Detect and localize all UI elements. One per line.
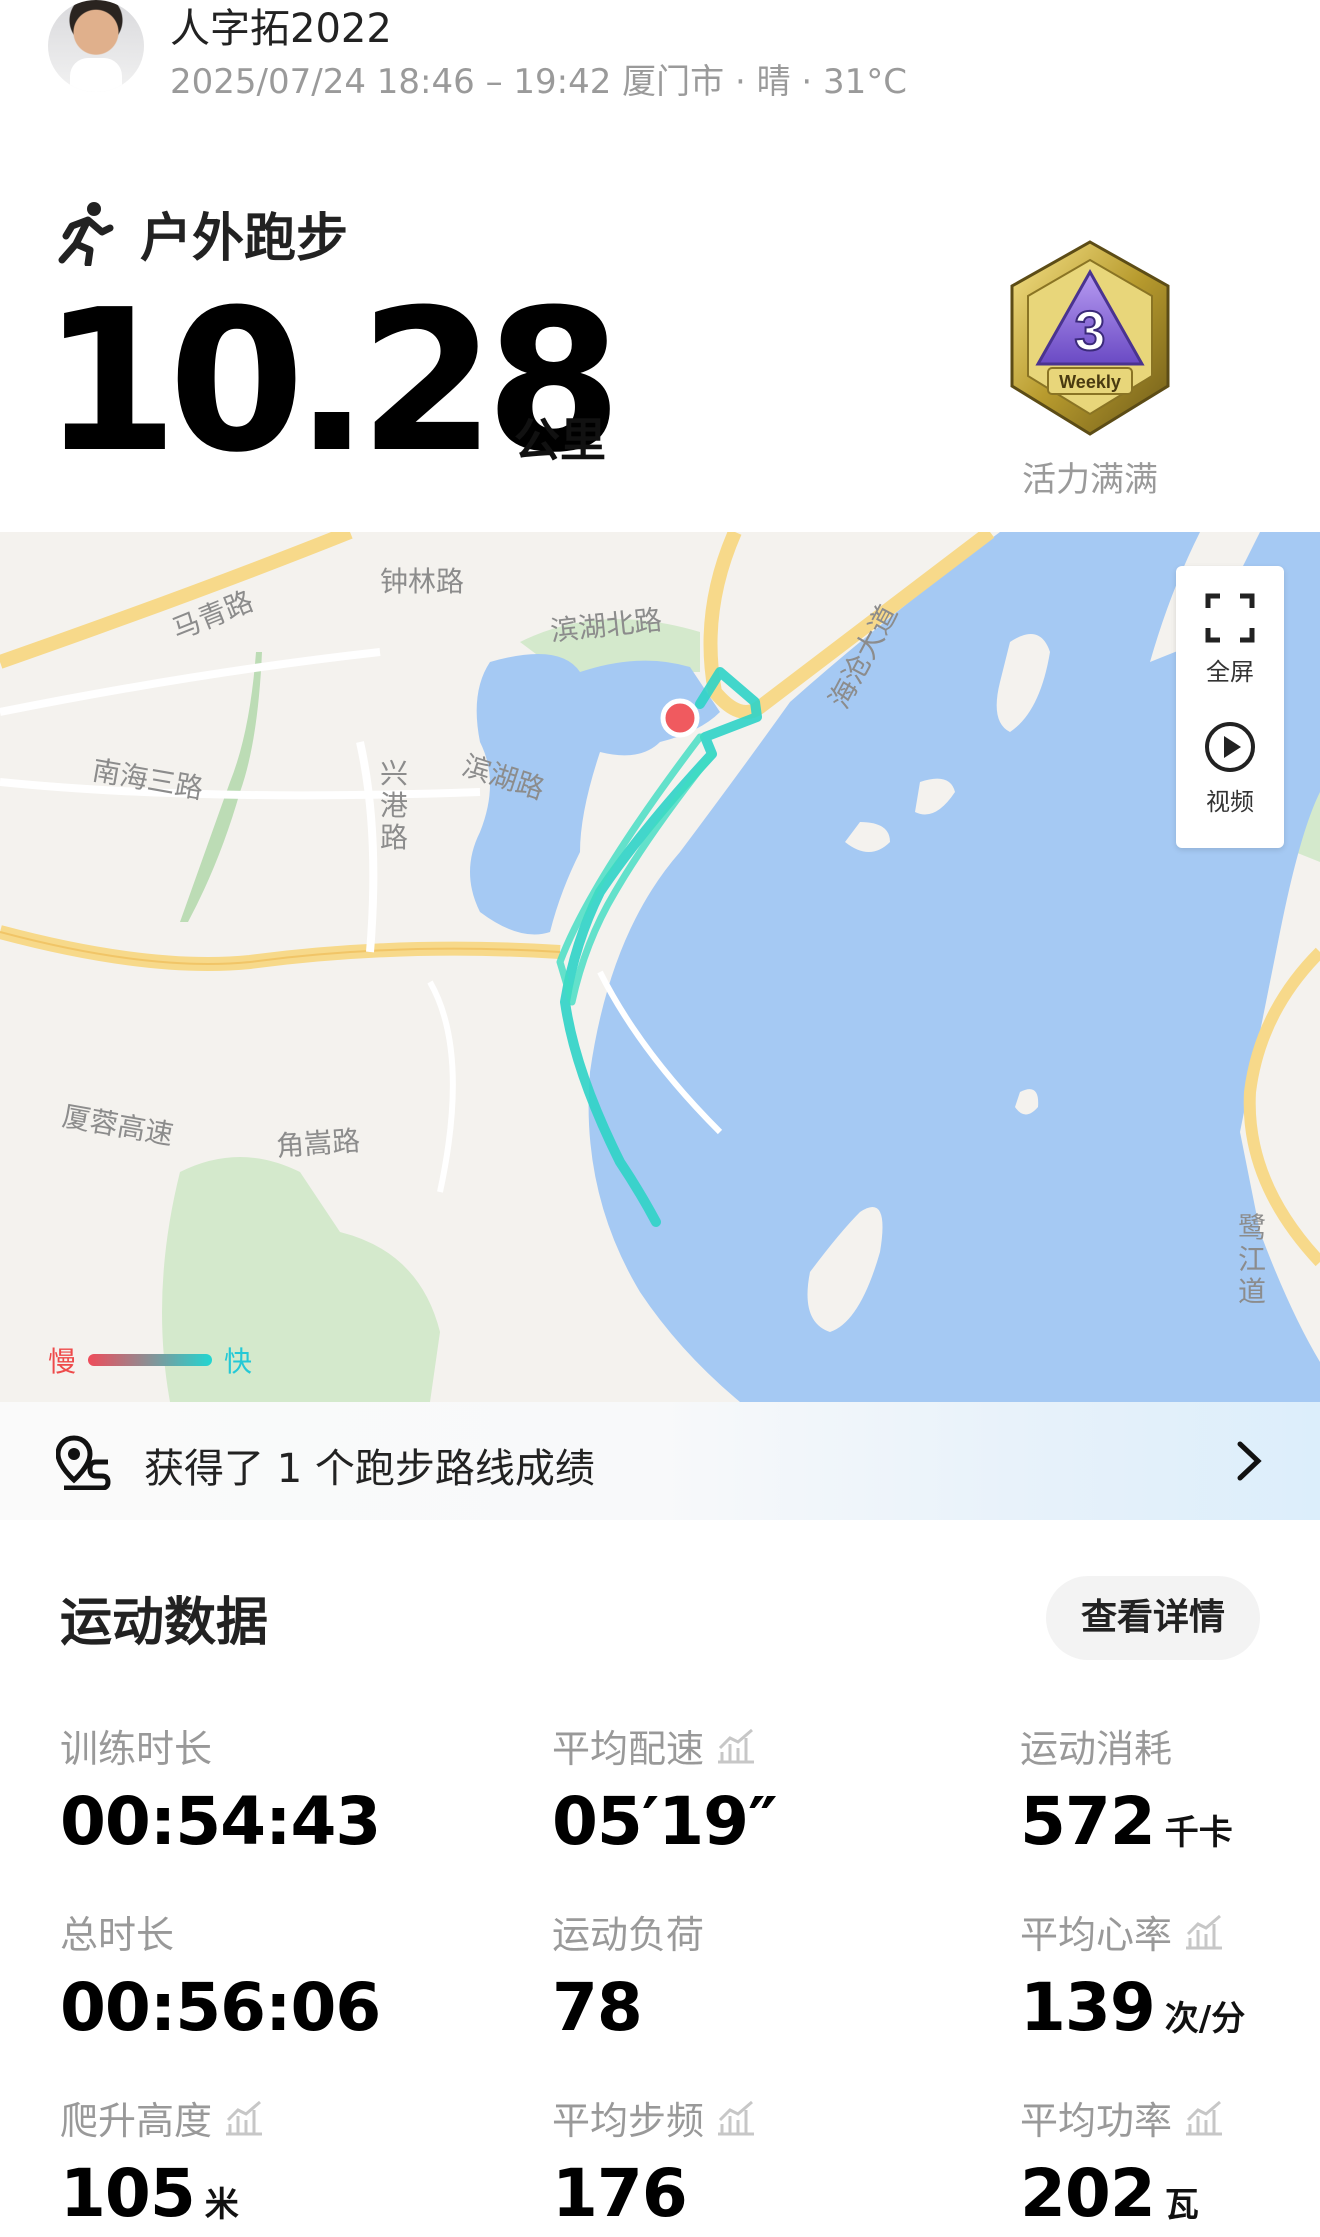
stat-value: 05′19″: [552, 1783, 778, 1860]
activity-meta: 2025/07/24 18:46 – 19:42 厦门市 · 晴 · 31°C: [170, 62, 908, 102]
stat-label-text: 平均步频: [552, 2099, 705, 2143]
video-button[interactable]: 视频: [1176, 720, 1284, 817]
stat-label-text: 平均心率: [1020, 1913, 1173, 1957]
stat-unit: 米: [204, 2185, 239, 2225]
stat-label: 训练时长: [60, 1727, 213, 1771]
stat-value: 00:54:43: [60, 1783, 381, 1860]
map-canvas: [0, 532, 1320, 1402]
stat-heart-rate[interactable]: 平均心率 139 次/分: [1020, 1904, 1245, 2046]
activity-header: 人字拓2022 2025/07/24 18:46 – 19:42 厦门市 · 晴…: [0, 0, 1320, 130]
fullscreen-label: 全屏: [1206, 658, 1254, 686]
map-label-xinggang: 兴港路: [380, 757, 409, 854]
map-controls: 全屏 视频: [1176, 566, 1284, 848]
legend-fast: 快: [224, 1345, 253, 1378]
stat-pace[interactable]: 平均配速 05′19″: [552, 1718, 778, 1860]
route-achievement-row[interactable]: 获得了 1 个跑步路线成绩: [0, 1402, 1320, 1520]
stat-elevation[interactable]: 爬升高度 105 米: [60, 2090, 264, 2232]
chart-icon: [226, 2100, 263, 2135]
svg-text:3: 3: [1074, 299, 1105, 362]
view-details-button[interactable]: 查看详情: [1046, 1576, 1260, 1660]
stat-load: 运动负荷 78: [552, 1904, 704, 2046]
chart-icon: [1186, 2100, 1223, 2135]
avatar[interactable]: [48, 0, 144, 92]
stat-value: 202 瓦: [1020, 2155, 1199, 2232]
video-label: 视频: [1206, 788, 1254, 816]
stat-unit: 瓦: [1164, 2185, 1199, 2225]
map-label-jiaosong: 角嵩路: [275, 1124, 362, 1163]
stat-value: 139 次/分: [1020, 1969, 1246, 2046]
map-label-lujiang: 鹭江道: [1238, 1211, 1267, 1308]
stat-label-text: 爬升高度: [60, 2099, 213, 2143]
play-icon: [1205, 722, 1255, 772]
stat-label: 平均心率: [1020, 1904, 1245, 1959]
distance-unit: 公里: [514, 413, 606, 467]
stat-power[interactable]: 平均功率 202 瓦: [1020, 2090, 1224, 2232]
weekly-medal-icon[interactable]: 3 Weekly: [1000, 238, 1180, 438]
data-section-title: 运动数据: [60, 1593, 269, 1653]
stat-value: 78: [552, 1969, 643, 2046]
chart-icon: [718, 2100, 755, 2135]
username[interactable]: 人字拓2022: [170, 0, 392, 54]
stat-calories: 运动消耗 572 千卡: [1020, 1718, 1233, 1860]
stat-label: 运动消耗: [1020, 1727, 1173, 1771]
legend-slow: 慢: [48, 1345, 77, 1378]
route-achievement-text: 获得了 1 个跑步路线成绩: [144, 1446, 595, 1492]
pace-gradient-bar: [88, 1354, 213, 1366]
stat-label-text: 平均配速: [552, 1727, 705, 1771]
stat-unit: 千卡: [1164, 1813, 1233, 1853]
map-label-zhonglin: 钟林路: [380, 565, 465, 598]
stat-label: 运动负荷: [552, 1913, 705, 1957]
stat-label-text: 平均功率: [1020, 2099, 1173, 2143]
stat-unit: 次/分: [1164, 1999, 1246, 2039]
svg-text:Weekly: Weekly: [1059, 372, 1121, 392]
stat-label: 爬升高度: [60, 2090, 264, 2145]
stat-value: 00:56:06: [60, 1969, 381, 2046]
route-pin-icon: [56, 1435, 111, 1490]
stat-value: 105 米: [60, 2155, 239, 2232]
pace-legend: 慢 快: [48, 1340, 252, 1380]
stat-total-time: 总时长 00:56:06: [60, 1904, 381, 2046]
fullscreen-icon: [1205, 593, 1255, 643]
sport-label: 户外跑步: [140, 208, 349, 269]
medal-label: 活力满满: [1022, 460, 1158, 500]
stat-label: 平均功率: [1020, 2090, 1224, 2145]
running-icon: [58, 202, 114, 266]
fullscreen-button[interactable]: 全屏: [1176, 592, 1284, 687]
chart-icon: [718, 1728, 755, 1763]
stat-label: 平均配速: [552, 1718, 777, 1773]
sport-type: 户外跑步: [54, 198, 349, 269]
stat-value: 176: [552, 2155, 688, 2232]
stat-value: 572 千卡: [1020, 1783, 1233, 1860]
route-map[interactable]: 钟林路 马青路 滨湖北路 海沧大道 南海三路 兴港路 滨湖路 厦蓉高速 角嵩路 …: [0, 532, 1320, 1402]
chart-icon: [1186, 1914, 1223, 1949]
stat-label: 平均步频: [552, 2090, 756, 2145]
stat-label: 总时长: [60, 1913, 175, 1957]
stat-duration: 训练时长 00:54:43: [60, 1718, 381, 1860]
chevron-right-icon: [1237, 1441, 1262, 1481]
stat-cadence[interactable]: 平均步频 176: [552, 2090, 756, 2232]
